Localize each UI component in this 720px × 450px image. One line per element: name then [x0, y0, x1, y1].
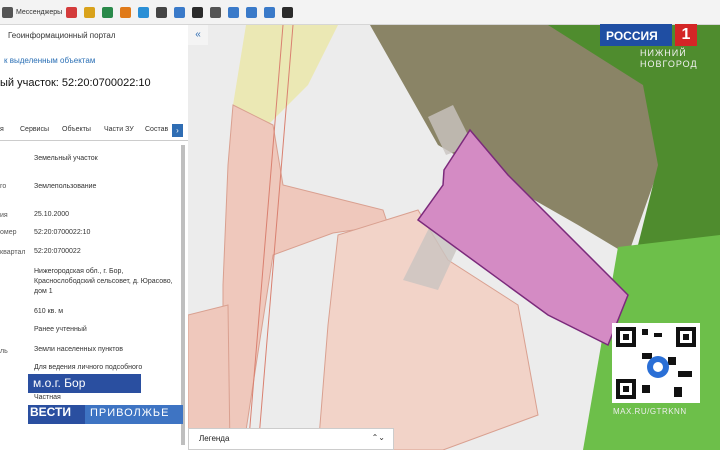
field-registration-date: 25.10.2000	[34, 211, 70, 218]
legend-label: Легенда	[199, 434, 230, 443]
legend-dropdown[interactable]: Легенда ⌃⌄	[188, 428, 394, 450]
field-label: омер	[0, 229, 17, 236]
ok-icon[interactable]	[120, 6, 132, 18]
vk-icon[interactable]	[66, 6, 78, 18]
qr-code	[612, 323, 700, 403]
field-subtype: Землепользование	[34, 183, 97, 190]
bookmark-icon[interactable]	[210, 6, 222, 18]
bookmark-icon[interactable]	[174, 6, 186, 18]
bookmark-icon[interactable]	[282, 6, 294, 18]
tab-bar: я Сервисы Объекты Части ЗУ Состав ›	[0, 122, 188, 141]
tab-parcel-parts[interactable]: Части ЗУ	[104, 126, 134, 133]
chat-icon[interactable]	[102, 6, 114, 18]
tab-composition[interactable]: Состав	[145, 126, 168, 133]
parcel-title: ый участок: 52:20:0700022:10	[0, 77, 151, 89]
field-label: квартал	[0, 249, 26, 256]
collapse-panel-button[interactable]: «	[188, 25, 208, 45]
tab-services[interactable]: Сервисы	[20, 126, 49, 133]
bookmark-label: Мессенджеры	[16, 8, 63, 16]
field-object-type: Земельный участок	[34, 155, 98, 162]
program-name: ВЕСТИ	[30, 405, 71, 419]
panel-scrollbar[interactable]	[181, 145, 185, 445]
chevron-updown-icon: ⌃⌄	[371, 433, 385, 442]
field-land-category: Земли населенных пунктов	[34, 346, 124, 353]
bookmark-messenger[interactable]: Мессенджеры	[2, 6, 63, 18]
bookmark-icon[interactable]	[246, 6, 258, 18]
qr-code-icon	[616, 327, 696, 399]
program-region: ПРИВОЛЖЬЕ	[90, 407, 170, 419]
field-cadastral-number: 52:20:0700022:10	[34, 229, 91, 236]
telegram-icon[interactable]	[138, 6, 150, 18]
bookmark-icon[interactable]	[264, 6, 276, 18]
qr-url: MAX.RU/GTRKNN	[613, 407, 687, 416]
bookmark-icon[interactable]	[192, 6, 204, 18]
maps-pin-icon[interactable]	[84, 6, 96, 18]
field-area: 610 кв. м	[34, 308, 64, 315]
location-caption: м.о.г. Бор	[33, 376, 86, 390]
field-label: ия	[0, 212, 8, 219]
bookmarks-bar: Мессенджеры	[0, 0, 720, 25]
bookmark-icon[interactable]	[228, 6, 240, 18]
channel-name: РОССИЯ	[606, 29, 658, 43]
region-line-1: НИЖНИЙ	[640, 48, 687, 58]
field-address: Нижегородская обл., г. Бор, Краснослобод…	[34, 268, 173, 295]
channel-number: 1	[675, 24, 697, 46]
field-label: ль	[0, 348, 8, 355]
bookmark-icon[interactable]	[156, 6, 168, 18]
field-status: Ранее учтенный	[34, 326, 87, 333]
region-line-2: НОВГОРОД	[640, 59, 698, 69]
field-label: го	[0, 183, 7, 190]
portal-title: Геоинформационный портал	[8, 31, 116, 40]
tab-info[interactable]: я	[0, 126, 4, 133]
field-cadastral-quarter: 52:20:0700022	[34, 248, 81, 255]
tabs-next-button[interactable]: ›	[172, 124, 183, 137]
field-ownership: Частная	[34, 394, 61, 401]
field-permitted-use: Для ведения личного подсобного	[34, 364, 143, 371]
tab-objects[interactable]: Объекты	[62, 126, 91, 133]
back-to-selected-link[interactable]: к выделенным объектам	[4, 56, 95, 65]
messenger-icon	[2, 6, 13, 18]
